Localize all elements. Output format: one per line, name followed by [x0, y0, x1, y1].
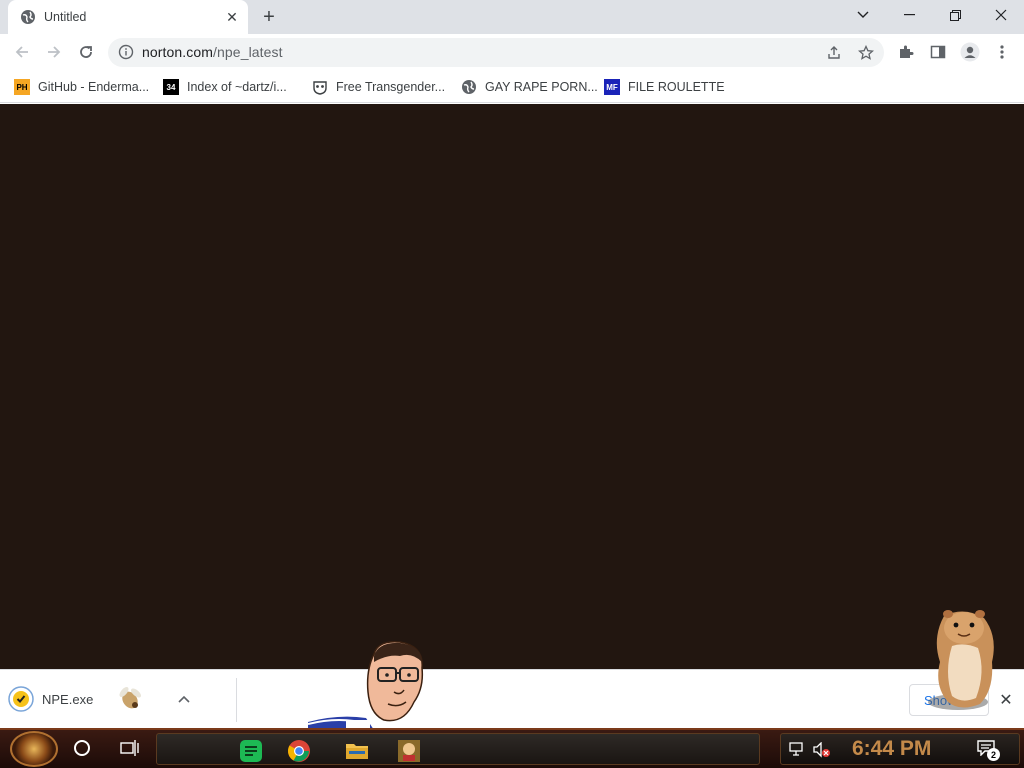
profile-button[interactable]	[959, 41, 981, 63]
download-item[interactable]: NPE.exe	[8, 680, 191, 718]
forward-button[interactable]	[40, 38, 68, 66]
arrow-right-icon	[48, 46, 61, 58]
tab-search-button[interactable]	[840, 0, 886, 30]
file-explorer-icon[interactable]	[345, 739, 369, 763]
bookmark-free-transgender[interactable]: Free Transgender...	[312, 77, 445, 97]
close-icon	[995, 9, 1007, 21]
extensions-button[interactable]	[895, 41, 917, 63]
menu-button[interactable]	[991, 41, 1013, 63]
puzzle-icon	[900, 45, 914, 58]
bee-icon	[119, 687, 142, 709]
network-icon[interactable]	[789, 742, 805, 756]
avatar-icon	[960, 42, 980, 62]
cortana-search-icon[interactable]	[74, 740, 90, 756]
chevron-down-icon	[857, 11, 869, 18]
volume-muted-icon[interactable]	[813, 742, 831, 758]
back-button[interactable]	[8, 38, 36, 66]
mask-icon	[313, 81, 327, 95]
downloads-bar: NPE.exe Show all ✕	[0, 669, 1024, 728]
share-button[interactable]	[824, 43, 844, 63]
bookmark-file-roulette[interactable]: MF FILE ROULETTE	[604, 77, 725, 97]
tab-untitled[interactable]: Untitled ✕	[8, 0, 248, 34]
info-icon[interactable]	[118, 44, 134, 60]
download-file-name: NPE.exe	[42, 691, 94, 707]
browser-toolbar: norton.com/npe_latest	[0, 34, 1024, 71]
window-close-button[interactable]	[978, 0, 1024, 30]
bookmark-star-button[interactable]	[856, 43, 876, 63]
globe-icon	[462, 80, 476, 94]
url-path: /npe_latest	[213, 44, 283, 60]
reload-icon	[80, 46, 92, 58]
bookmarks-bar: PH GitHub - Enderma... 34 Index of ~dart…	[0, 71, 1024, 103]
bookmark-label: FILE ROULETTE	[628, 80, 725, 94]
bookmark-github[interactable]: PH GitHub - Enderma...	[14, 77, 149, 97]
restore-icon	[949, 9, 961, 21]
chevron-up-icon[interactable]	[177, 694, 191, 704]
bookmark-globe-site[interactable]: GAY RAPE PORN...	[461, 77, 598, 97]
side-panel-button[interactable]	[927, 41, 949, 63]
taskbar-apps-panel	[156, 733, 760, 765]
share-icon	[828, 46, 840, 59]
hamster-character	[928, 610, 994, 710]
page-content[interactable]	[0, 104, 1024, 669]
url-host: norton.com	[142, 44, 214, 60]
kebab-menu-icon	[1000, 45, 1004, 59]
globe-icon	[21, 10, 35, 24]
address-bar[interactable]: norton.com/npe_latest	[108, 38, 884, 67]
reload-button[interactable]	[72, 38, 100, 66]
taskbar: 2 6:44 PM	[0, 728, 1024, 768]
notes-app-icon[interactable]	[239, 739, 263, 763]
bookmark-label: Free Transgender...	[336, 80, 446, 94]
hank-hill-character	[308, 641, 424, 730]
task-view-icon[interactable]	[120, 739, 140, 757]
taskbar-clock[interactable]: 6:44 PM	[852, 737, 931, 761]
notification-count-badge: 2	[987, 748, 1000, 761]
game-app-icon[interactable]	[397, 739, 421, 763]
tab-strip: Untitled ✕ +	[0, 0, 1024, 34]
bookmark-index-dartz[interactable]: 34 Index of ~dartz/i...	[163, 77, 287, 97]
restore-button[interactable]	[932, 0, 978, 30]
start-button[interactable]	[10, 731, 58, 767]
bookmark-favicon: PH	[14, 79, 30, 95]
chrome-icon[interactable]	[287, 739, 311, 763]
bookmark-label: GAY RAPE PORN...	[485, 80, 598, 94]
new-tab-button[interactable]: +	[258, 6, 280, 28]
downloads-divider	[236, 678, 237, 722]
minimize-button[interactable]	[886, 0, 932, 30]
bookmark-label: GitHub - Enderma...	[38, 80, 150, 94]
url-text: norton.com/npe_latest	[142, 44, 283, 60]
star-icon	[858, 45, 874, 60]
side-panel-icon	[930, 45, 946, 59]
notification-center-button[interactable]: 2	[977, 740, 1000, 761]
minimize-icon	[903, 14, 915, 16]
bookmark-label: Index of ~dartz/i...	[187, 80, 287, 94]
tab-title: Untitled	[44, 10, 87, 24]
bookmark-favicon: MF	[604, 79, 620, 95]
tab-close-button[interactable]: ✕	[224, 9, 240, 25]
norton-file-icon	[8, 686, 34, 712]
arrow-left-icon	[15, 46, 28, 58]
bookmark-favicon: 34	[163, 79, 179, 95]
